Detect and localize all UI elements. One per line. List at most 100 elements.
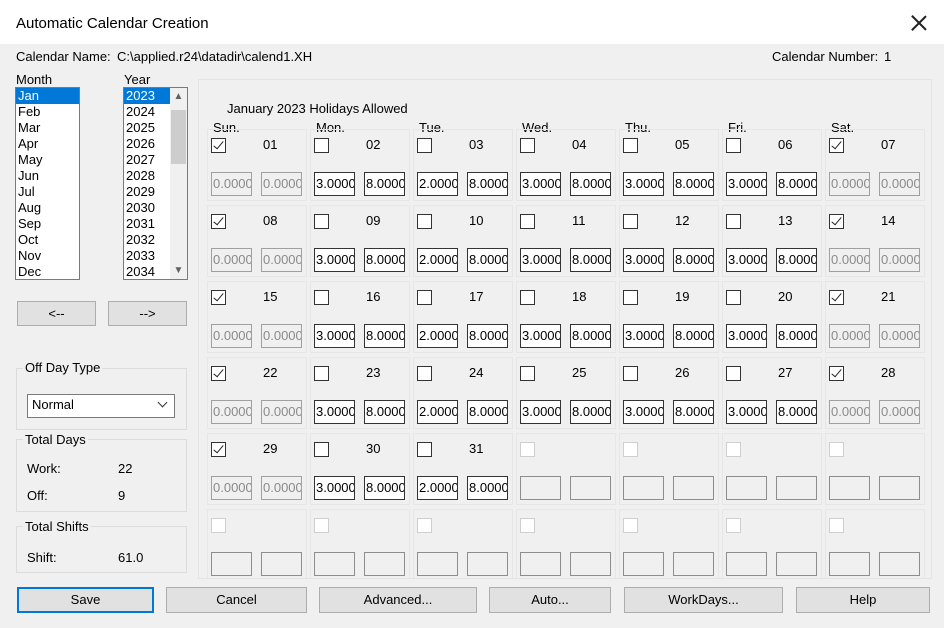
hours-field[interactable]: 0.0000 [261,248,302,272]
holiday-checkbox[interactable] [211,290,226,305]
shift-count-field[interactable]: 0.0000 [829,400,870,424]
hours-field[interactable]: 0.0000 [879,400,920,424]
year-item[interactable]: 2032 [124,232,170,248]
hours-field[interactable]: 8.0000 [467,400,508,424]
cancel-button[interactable]: Cancel [166,587,307,613]
hours-field[interactable]: 8.0000 [673,248,714,272]
shift-count-field[interactable]: 3.0000 [520,248,561,272]
hours-field[interactable]: 0.0000 [261,400,302,424]
advanced-button[interactable]: Advanced... [319,587,477,613]
holiday-checkbox[interactable] [520,214,535,229]
shift-count-field[interactable]: 0.0000 [211,324,252,348]
holiday-checkbox[interactable] [623,138,638,153]
shift-count-field[interactable]: 3.0000 [623,172,664,196]
shift-count-field[interactable]: 0.0000 [829,172,870,196]
hours-field[interactable]: 8.0000 [776,172,817,196]
hours-field[interactable]: 8.0000 [776,324,817,348]
shift-count-field[interactable]: 3.0000 [726,324,767,348]
shift-count-field[interactable]: 0.0000 [829,248,870,272]
month-item[interactable]: Nov [16,248,79,264]
holiday-checkbox[interactable] [314,366,329,381]
year-item[interactable]: 2023 [124,88,170,104]
hours-field[interactable]: 8.0000 [364,324,405,348]
year-item[interactable]: 2025 [124,120,170,136]
shift-count-field[interactable]: 3.0000 [520,172,561,196]
hours-field[interactable]: 0.0000 [879,172,920,196]
year-item[interactable]: 2030 [124,200,170,216]
hours-field[interactable]: 8.0000 [364,248,405,272]
month-item[interactable]: Apr [16,136,79,152]
holiday-checkbox[interactable] [211,366,226,381]
scroll-down-icon[interactable]: ▼ [170,262,187,279]
holiday-checkbox[interactable] [829,366,844,381]
hours-field[interactable]: 0.0000 [879,248,920,272]
year-item[interactable]: 2024 [124,104,170,120]
holiday-checkbox[interactable] [211,214,226,229]
shift-count-field[interactable]: 3.0000 [623,400,664,424]
shift-count-field[interactable]: 3.0000 [314,324,355,348]
holiday-checkbox[interactable] [211,138,226,153]
shift-count-field[interactable]: 0.0000 [211,400,252,424]
holiday-checkbox[interactable] [520,366,535,381]
month-item[interactable]: Mar [16,120,79,136]
shift-count-field[interactable]: 3.0000 [726,400,767,424]
shift-count-field[interactable]: 3.0000 [314,248,355,272]
year-item[interactable]: 2027 [124,152,170,168]
hours-field[interactable]: 8.0000 [673,172,714,196]
holiday-checkbox[interactable] [829,290,844,305]
month-item[interactable]: Sep [16,216,79,232]
holiday-checkbox[interactable] [726,366,741,381]
next-month-button[interactable]: --> [108,301,187,326]
hours-field[interactable]: 8.0000 [364,400,405,424]
year-item[interactable]: 2031 [124,216,170,232]
close-icon[interactable] [910,14,928,32]
shift-count-field[interactable]: 0.0000 [211,248,252,272]
shift-count-field[interactable]: 3.0000 [623,324,664,348]
shift-count-field[interactable]: 2.0000 [417,324,458,348]
shift-count-field[interactable]: 2.0000 [417,476,458,500]
month-item[interactable]: Dec [16,264,79,279]
hours-field[interactable]: 8.0000 [364,476,405,500]
scroll-thumb[interactable] [171,110,186,164]
hours-field[interactable]: 8.0000 [570,248,611,272]
holiday-checkbox[interactable] [314,214,329,229]
shift-count-field[interactable]: 3.0000 [520,324,561,348]
hours-field[interactable]: 8.0000 [467,476,508,500]
hours-field[interactable]: 8.0000 [467,248,508,272]
hours-field[interactable]: 0.0000 [261,172,302,196]
month-item[interactable]: Aug [16,200,79,216]
shift-count-field[interactable]: 3.0000 [314,476,355,500]
month-item[interactable]: Oct [16,232,79,248]
shift-count-field[interactable]: 2.0000 [417,172,458,196]
year-item[interactable]: 2026 [124,136,170,152]
hours-field[interactable]: 8.0000 [467,172,508,196]
month-item[interactable]: Jan [16,88,79,104]
holiday-checkbox[interactable] [623,366,638,381]
shift-count-field[interactable]: 2.0000 [417,400,458,424]
year-item[interactable]: 2034 [124,264,170,279]
shift-count-field[interactable]: 3.0000 [726,248,767,272]
holiday-checkbox[interactable] [520,290,535,305]
hours-field[interactable]: 8.0000 [673,324,714,348]
shift-count-field[interactable]: 3.0000 [520,400,561,424]
year-item[interactable]: 2029 [124,184,170,200]
shift-count-field[interactable]: 3.0000 [314,172,355,196]
shift-count-field[interactable]: 3.0000 [726,172,767,196]
holiday-checkbox[interactable] [417,214,432,229]
holiday-checkbox[interactable] [417,138,432,153]
holiday-checkbox[interactable] [829,138,844,153]
off-day-type-select[interactable]: Normal [27,394,175,418]
holiday-checkbox[interactable] [623,214,638,229]
shift-count-field[interactable]: 0.0000 [211,172,252,196]
month-listbox[interactable]: Jan Feb Mar Apr May Jun Jul Aug Sep Oct Nov Dec [15,87,80,280]
shift-count-field[interactable]: 3.0000 [623,248,664,272]
workdays-button[interactable]: WorkDays... [624,587,783,613]
holiday-checkbox[interactable] [726,214,741,229]
hours-field[interactable]: 8.0000 [570,172,611,196]
holiday-checkbox[interactable] [623,290,638,305]
holiday-checkbox[interactable] [314,290,329,305]
holiday-checkbox[interactable] [417,290,432,305]
hours-field[interactable]: 8.0000 [570,324,611,348]
help-button[interactable]: Help [796,587,930,613]
month-item[interactable]: Jun [16,168,79,184]
